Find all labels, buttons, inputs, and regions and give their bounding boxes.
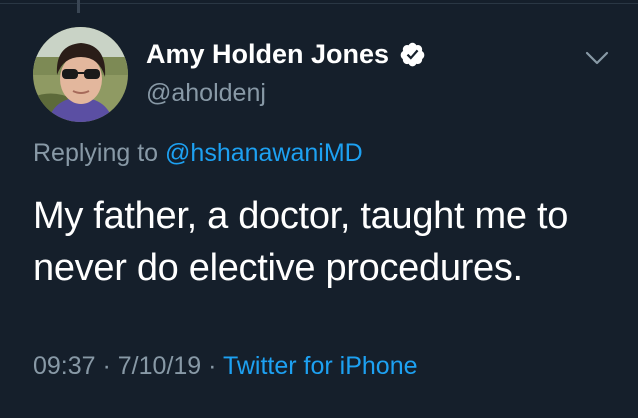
replying-to-prefix: Replying to <box>33 139 166 167</box>
avatar[interactable] <box>33 27 128 122</box>
tweet-meta: 09:37 · 7/10/19 · Twitter for iPhone <box>33 352 418 381</box>
reply-mention-link[interactable]: @hshanawaniMD <box>165 139 363 167</box>
avatar-photo <box>33 27 128 122</box>
meta-separator: · <box>95 352 118 380</box>
tweet-text: My father, a doctor, taught me to never … <box>33 195 569 289</box>
verified-badge-icon <box>399 41 426 68</box>
tweet-time[interactable]: 09:37 <box>33 352 96 380</box>
author-name[interactable]: Amy Holden Jones <box>146 39 389 70</box>
tweet-date[interactable]: 7/10/19 <box>118 352 201 380</box>
replying-to-line: Replying to @hshanawaniMD <box>33 139 363 168</box>
thread-connector-line <box>77 0 80 13</box>
author-handle[interactable]: @aholdenj <box>146 79 266 108</box>
tweet-source-link[interactable]: Twitter for iPhone <box>223 352 418 380</box>
top-divider <box>0 3 638 4</box>
chevron-down-icon[interactable] <box>584 48 610 68</box>
author-name-row[interactable]: Amy Holden Jones <box>146 39 426 70</box>
meta-separator-2: · <box>201 352 223 380</box>
